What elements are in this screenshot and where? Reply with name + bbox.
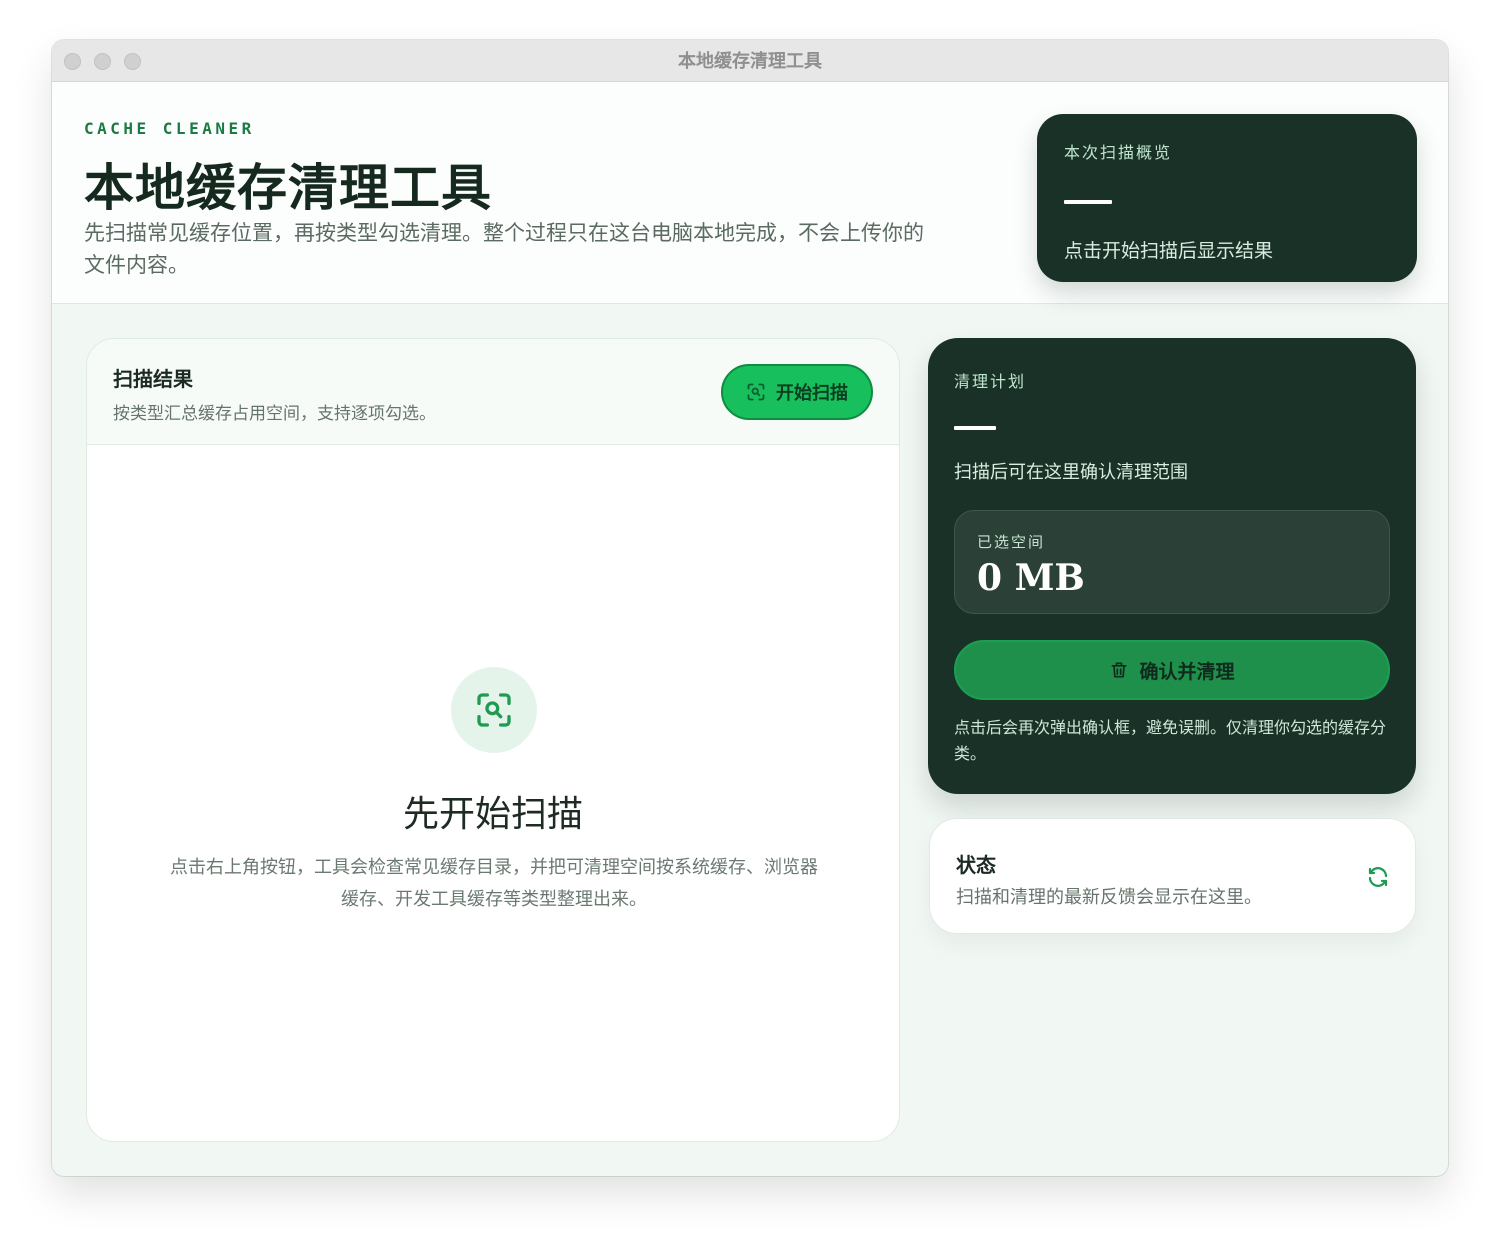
trash-icon — [1111, 662, 1127, 678]
overview-placeholder-dash — [1064, 200, 1112, 204]
scan-overview-card: 本次扫描概览 点击开始扫描后显示结果 — [1037, 114, 1417, 282]
page-description: 先扫描常见缓存位置，再按类型勾选清理。整个过程只在这台电脑本地完成，不会上传你的… — [84, 222, 924, 277]
plan-hint: 扫描后可在这里确认清理范围 — [954, 462, 1188, 482]
window-title: 本地缓存清理工具 — [678, 51, 822, 71]
overview-hint: 点击开始扫描后显示结果 — [1064, 241, 1274, 262]
confirm-clean-label: 确认并清理 — [1139, 661, 1235, 683]
selected-space-caption: 已选空间 — [977, 534, 1046, 551]
results-header: 扫描结果 按类型汇总缓存占用空间，支持逐项勾选。 开始扫描 — [87, 339, 899, 445]
empty-state-title: 先开始扫描 — [402, 794, 583, 835]
scan-search-icon — [477, 693, 511, 727]
page-header: CACHE CLEANER 本地缓存清理工具 先扫描常见缓存位置，再按类型勾选清… — [52, 82, 1448, 304]
selected-space-box: 已选空间 0 MB — [954, 510, 1390, 614]
confirm-clean-button[interactable]: 确认并清理 — [954, 640, 1390, 700]
start-scan-label: 开始扫描 — [776, 383, 848, 403]
app-window: 本地缓存清理工具 CACHE CLEANER 本地缓存清理工具 先扫描常见缓存位… — [52, 40, 1448, 1176]
status-title: 状态 — [956, 855, 996, 877]
scan-results-panel: 扫描结果 按类型汇总缓存占用空间，支持逐项勾选。 开始扫描 先开始扫描 点击右上… — [86, 338, 900, 1142]
status-text: 扫描和清理的最新反馈会显示在这里。 — [956, 887, 1262, 907]
plan-note: 点击后会再次弹出确认框，避免误删。仅清理你勾选的缓存分类。 — [954, 720, 1387, 763]
results-subtitle: 按类型汇总缓存占用空间，支持逐项勾选。 — [113, 404, 436, 423]
status-card: 状态 扫描和清理的最新反馈会显示在这里。 — [929, 818, 1416, 934]
eyebrow-label: CACHE CLEANER — [84, 119, 255, 138]
selected-space-value: 0 MB — [977, 557, 1085, 599]
cleanup-plan-card: 清理计划 扫描后可在这里确认清理范围 已选空间 0 MB 确认并清理 点击后会再… — [928, 338, 1416, 794]
scan-search-icon — [747, 383, 765, 401]
start-scan-button[interactable]: 开始扫描 — [721, 364, 873, 420]
overview-label: 本次扫描概览 — [1064, 145, 1173, 162]
results-title: 扫描结果 — [113, 369, 193, 391]
refresh-icon[interactable] — [1366, 865, 1390, 889]
page-title: 本地缓存清理工具 — [84, 158, 492, 217]
title-bar: 本地缓存清理工具 — [52, 40, 1448, 82]
empty-state-description: 点击右上角按钮，工具会检查常见缓存目录，并把可清理空间按系统缓存、浏览器缓存、开… — [170, 857, 818, 909]
empty-state-badge — [451, 667, 537, 753]
plan-placeholder-dash — [954, 426, 996, 430]
plan-label: 清理计划 — [954, 374, 1027, 391]
